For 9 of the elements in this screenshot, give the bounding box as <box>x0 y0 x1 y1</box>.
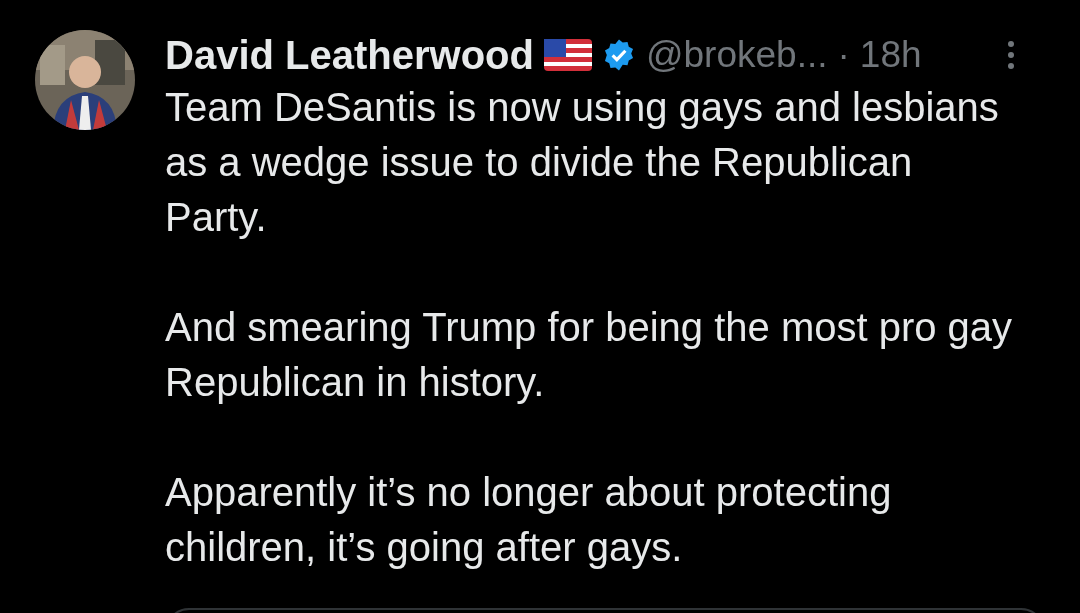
post-text: Team DeSantis is now using gays and lesbians as a wedge issue to divide the Republican Party. <box>165 84 1000 241</box>
post-time[interactable]: 18h <box>859 30 922 80</box>
separator-dot: · <box>837 33 850 77</box>
flag-icon <box>543 39 592 71</box>
author-name[interactable]: David Leatherwood <box>165 30 534 80</box>
user-handle[interactable]: @brokeb... <box>645 30 828 80</box>
post-text: Apparently it’s no longer about protecting children, it’s going after gays. <box>165 469 893 571</box>
post-text: And smearing Trump for being the most pro gay Republican in history. <box>165 304 1014 406</box>
more-icon[interactable] <box>1007 40 1015 70</box>
